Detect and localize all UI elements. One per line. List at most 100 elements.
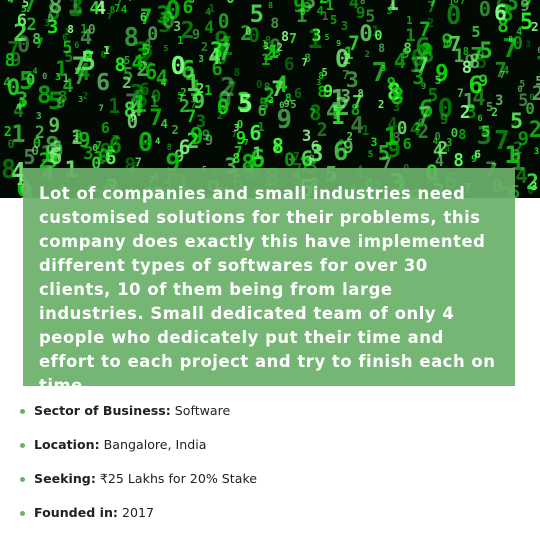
matrix-digit: 4 xyxy=(32,67,38,78)
detail-label: Location: xyxy=(34,437,100,452)
details-list: Sector of Business: Software Location: Ban… xyxy=(20,400,257,536)
matrix-digit: 6 xyxy=(477,114,483,125)
matrix-digit: 4 xyxy=(274,72,289,99)
matrix-digit: 8 xyxy=(271,134,284,159)
matrix-digit: 3 xyxy=(275,48,281,60)
matrix-digit: 6 xyxy=(74,40,80,51)
matrix-digit: 8 xyxy=(281,30,290,46)
matrix-digit: 8 xyxy=(67,22,74,36)
matrix-digit: 9 xyxy=(191,27,201,44)
matrix-digit: 2 xyxy=(179,97,190,118)
matrix-digit: 8 xyxy=(1,153,17,184)
matrix-digit: 6 xyxy=(474,148,481,162)
matrix-digit: 7 xyxy=(494,125,510,156)
detail-value: Software xyxy=(174,403,231,418)
matrix-digit: 7 xyxy=(71,52,86,81)
matrix-digit: 7 xyxy=(457,86,464,101)
matrix-digit: 9 xyxy=(276,104,293,135)
matrix-digit: 6 xyxy=(48,144,63,171)
matrix-digit: 2 xyxy=(459,102,471,123)
matrix-digit: 7 xyxy=(446,33,453,47)
bullet-icon xyxy=(20,408,25,414)
matrix-digit: 2 xyxy=(34,121,45,142)
matrix-digit: 5 xyxy=(249,0,264,28)
matrix-digit: 2 xyxy=(528,116,540,143)
matrix-digit: 0 xyxy=(478,0,491,22)
matrix-digit: 1 xyxy=(361,124,370,140)
matrix-digit: 0 xyxy=(47,12,54,26)
detail-label: Founded in: xyxy=(34,505,118,520)
matrix-digit: 8 xyxy=(458,127,467,143)
matrix-digit: 0 xyxy=(245,25,252,38)
matrix-digit: 4 xyxy=(7,0,14,6)
matrix-digit: 4 xyxy=(348,0,360,14)
matrix-digit: 2 xyxy=(342,50,352,69)
matrix-digit: 2 xyxy=(26,14,37,35)
matrix-digit: 0 xyxy=(256,78,263,92)
matrix-digit: 3 xyxy=(198,54,204,66)
matrix-digit: 0 xyxy=(512,34,523,55)
matrix-digit: 0 xyxy=(529,92,535,103)
matrix-digit: 5 xyxy=(329,12,338,27)
bullet-icon xyxy=(20,510,25,516)
matrix-digit: 5 xyxy=(367,150,374,161)
matrix-digit: 2 xyxy=(185,66,195,84)
matrix-digit: 3 xyxy=(219,103,227,118)
matrix-digit: 3 xyxy=(301,126,312,146)
matrix-digit: 4 xyxy=(155,65,169,90)
matrix-digit: 8 xyxy=(268,0,274,10)
matrix-digit: 6 xyxy=(182,0,194,19)
matrix-digit: 0 xyxy=(453,0,459,6)
matrix-digit: 5 xyxy=(510,109,524,135)
matrix-digit: 0 xyxy=(445,0,462,31)
matrix-digit: 0 xyxy=(437,93,454,124)
matrix-digit: 2 xyxy=(200,40,209,55)
detail-seeking: Seeking: ₹25 Lakhs for 20% Stake xyxy=(20,468,257,490)
matrix-digit: 5 xyxy=(21,4,27,16)
detail-sector: Sector of Business: Software xyxy=(20,400,257,422)
matrix-digit: 8 xyxy=(232,152,241,167)
detail-value: Bangalore, India xyxy=(103,437,207,452)
matrix-digit: 0 xyxy=(226,0,235,7)
matrix-digit: 3 xyxy=(533,146,540,157)
matrix-digit: 1 xyxy=(208,1,216,15)
matrix-digit: 1 xyxy=(149,92,159,111)
bullet-icon xyxy=(20,442,25,448)
matrix-digit: 8 xyxy=(299,7,306,19)
company-description: Lot of companies and small industries ne… xyxy=(39,184,496,395)
matrix-digit: 2 xyxy=(526,169,539,195)
detail-founded: Founded in: 2017 xyxy=(20,502,257,524)
matrix-digit: 4 xyxy=(432,136,438,147)
detail-label: Sector of Business: xyxy=(34,403,171,418)
matrix-digit: 2 xyxy=(171,121,179,137)
matrix-digit: 5 xyxy=(324,31,330,42)
matrix-digit: 9 xyxy=(386,74,396,93)
matrix-digit: 7 xyxy=(536,53,540,79)
matrix-digit: 9 xyxy=(417,117,425,131)
matrix-digit: 4 xyxy=(204,17,215,37)
matrix-digit: 1 xyxy=(448,0,454,8)
matrix-digit: 7 xyxy=(139,5,153,31)
matrix-digit: 6 xyxy=(178,135,191,159)
matrix-digit: 3 xyxy=(156,0,171,29)
matrix-digit: 6 xyxy=(130,111,137,124)
matrix-digit: 1 xyxy=(409,52,423,78)
matrix-digit: 4 xyxy=(316,2,324,18)
detail-value: 2017 xyxy=(121,505,155,520)
matrix-digit: 4 xyxy=(444,144,451,155)
matrix-digit: 3 xyxy=(476,121,492,151)
matrix-digit: 0 xyxy=(42,71,48,82)
matrix-digit: 8 xyxy=(270,14,280,32)
matrix-digit: 5 xyxy=(163,42,169,53)
matrix-digit: 4 xyxy=(79,25,93,50)
matrix-digit: 2 xyxy=(378,98,385,111)
matrix-digit: 6 xyxy=(402,135,412,154)
matrix-digit: 0 xyxy=(450,125,459,141)
matrix-digit: 7 xyxy=(371,57,388,88)
matrix-digit: 3 xyxy=(68,0,84,22)
matrix-digit: 4 xyxy=(155,135,161,146)
matrix-digit: 4 xyxy=(502,64,510,78)
matrix-digit: 9 xyxy=(75,128,83,142)
matrix-digit: 5 xyxy=(321,66,328,79)
matrix-digit: 8 xyxy=(123,22,139,53)
